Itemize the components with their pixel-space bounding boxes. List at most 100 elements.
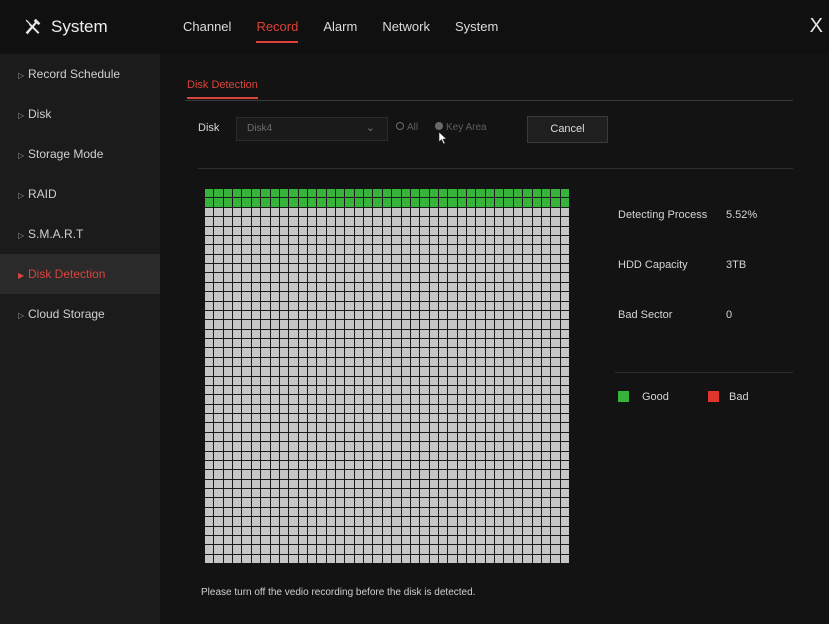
sidebar-item-raid[interactable]: ▷ RAID <box>0 174 160 214</box>
sector-cell <box>223 498 233 507</box>
sector-cell <box>457 432 467 442</box>
sector-cell <box>429 367 438 376</box>
sector-cell <box>307 226 317 235</box>
sector-cell <box>504 320 513 329</box>
sector-cell <box>551 545 560 554</box>
sector-cell <box>560 254 569 263</box>
sector-cell <box>223 517 233 526</box>
sector-cell <box>345 254 354 263</box>
sector-cell <box>410 273 420 282</box>
sector-cell <box>223 535 233 545</box>
radio-all[interactable]: All <box>396 122 418 133</box>
sector-cell <box>457 470 467 479</box>
sector-cell <box>270 517 279 526</box>
sector-cell <box>401 207 410 217</box>
sector-cell <box>429 517 438 526</box>
sector-cell <box>513 292 523 301</box>
sector-cell <box>513 526 523 535</box>
sector-cell <box>467 423 476 432</box>
sector-cell <box>532 226 541 235</box>
sector-cell <box>401 489 410 498</box>
sector-cell <box>261 357 270 367</box>
sector-cell <box>476 507 485 517</box>
sidebar-item-cloud-storage[interactable]: ▷ Cloud Storage <box>0 294 160 334</box>
sector-cell <box>560 339 569 348</box>
sector-cell <box>392 254 401 263</box>
sidebar-item-disk-detection[interactable]: ▶ Disk Detection <box>0 254 160 294</box>
sector-cell <box>336 507 345 517</box>
sector-cell <box>336 395 345 404</box>
sector-cell <box>289 226 298 235</box>
sector-cell <box>223 526 233 535</box>
sector-cell-good <box>401 198 410 207</box>
sector-cell <box>467 498 476 507</box>
sector-cell <box>495 273 504 282</box>
sector-cell <box>495 217 504 226</box>
tab-disk-detection[interactable]: Disk Detection <box>187 79 258 99</box>
sector-cell <box>223 479 233 488</box>
sector-cell <box>354 442 364 451</box>
sector-cell <box>429 301 438 310</box>
sector-cell <box>205 301 214 310</box>
sidebar-item-smart[interactable]: ▷ S.M.A.R.T <box>0 214 160 254</box>
sector-cell <box>485 320 495 329</box>
sidebar-item-record-schedule[interactable]: ▷ Record Schedule <box>0 54 160 94</box>
sector-cell <box>251 376 261 385</box>
sector-cell <box>551 479 560 488</box>
sector-cell <box>438 526 448 535</box>
sector-cell <box>504 367 513 376</box>
sector-cell <box>223 367 233 376</box>
sector-cell <box>560 479 569 488</box>
sidebar-item-storage-mode[interactable]: ▷ Storage Mode <box>0 134 160 174</box>
sector-cell <box>205 385 214 395</box>
sector-cell <box>261 423 270 432</box>
sector-cell <box>336 545 345 554</box>
sector-cell <box>410 310 420 320</box>
sector-cell <box>495 414 504 423</box>
close-button[interactable]: X <box>810 16 823 36</box>
sector-cell <box>279 545 289 554</box>
tab-record[interactable]: Record <box>256 0 298 54</box>
sector-cell <box>410 414 420 423</box>
sector-cell <box>476 470 485 479</box>
sector-cell <box>345 357 354 367</box>
tab-channel[interactable]: Channel <box>183 0 231 54</box>
sector-cell <box>345 301 354 310</box>
sector-cell <box>261 339 270 348</box>
tab-alarm[interactable]: Alarm <box>323 0 357 54</box>
sector-cell <box>532 479 541 488</box>
sector-cell <box>504 517 513 526</box>
sidebar-item-disk[interactable]: ▷ Disk <box>0 94 160 134</box>
sector-cell <box>560 357 569 367</box>
sector-cell <box>429 254 438 263</box>
sector-cell <box>364 451 373 460</box>
sector-cell <box>270 545 279 554</box>
tab-system[interactable]: System <box>455 0 498 54</box>
sector-cell <box>354 517 364 526</box>
sector-cell <box>541 507 551 517</box>
sector-cell <box>392 385 401 395</box>
sector-cell <box>317 517 326 526</box>
sector-cell <box>298 301 307 310</box>
sector-cell <box>476 348 485 357</box>
sector-cell <box>242 217 251 226</box>
sector-cell <box>251 348 261 357</box>
sector-cell <box>364 470 373 479</box>
sector-cell <box>485 423 495 432</box>
sector-cell <box>270 207 279 217</box>
sector-cell <box>345 226 354 235</box>
sector-cell <box>495 207 504 217</box>
disk-select[interactable]: Disk4 ⌄ <box>236 117 388 141</box>
sector-cell <box>223 489 233 498</box>
sector-cell-good <box>364 189 373 198</box>
sector-cell <box>513 404 523 413</box>
sector-cell-good <box>495 198 504 207</box>
sector-cell <box>467 292 476 301</box>
cancel-button[interactable]: Cancel <box>527 116 608 143</box>
sector-cell <box>420 545 429 554</box>
sector-cell <box>448 432 457 442</box>
tab-network[interactable]: Network <box>382 0 430 54</box>
sector-cell <box>317 282 326 292</box>
sector-cell <box>233 376 242 385</box>
sector-cell <box>336 470 345 479</box>
